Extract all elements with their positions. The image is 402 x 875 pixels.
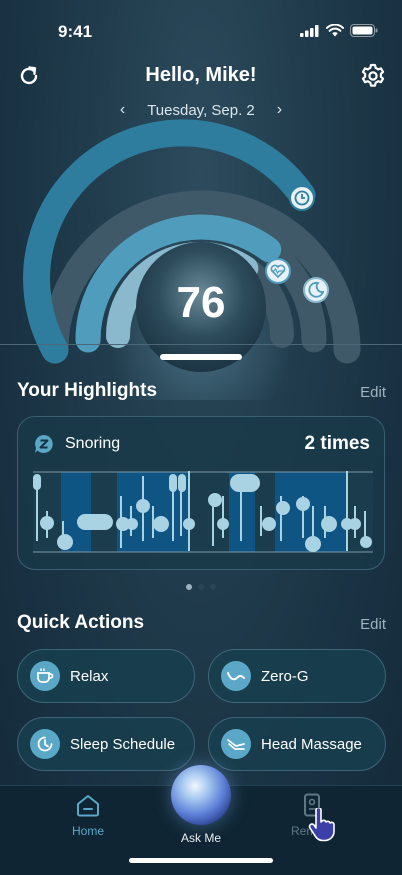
snoring-timeline bbox=[33, 471, 373, 553]
massage-icon bbox=[221, 729, 251, 759]
sleep-schedule-label: Sleep Schedule bbox=[70, 735, 176, 753]
cup-icon bbox=[30, 661, 60, 691]
clock-icon bbox=[30, 729, 60, 759]
zero-g-button[interactable]: Zero-G bbox=[208, 649, 386, 703]
page-dot[interactable] bbox=[198, 584, 204, 590]
zero-g-label: Zero-G bbox=[261, 667, 309, 685]
score-handle[interactable] bbox=[160, 354, 242, 360]
highlights-edit-link[interactable]: Edit bbox=[360, 384, 386, 401]
quick-actions-title: Quick Actions bbox=[17, 612, 145, 633]
section-divider bbox=[0, 344, 402, 345]
snoring-count: 2 times bbox=[304, 433, 370, 454]
head-massage-button[interactable]: Head Massage bbox=[208, 717, 386, 771]
home-indicator bbox=[129, 858, 273, 863]
heart-marker-icon bbox=[265, 258, 291, 284]
page-dot[interactable] bbox=[210, 584, 216, 590]
home-icon bbox=[77, 795, 99, 817]
zero-g-icon bbox=[221, 661, 251, 691]
sleep-score-value: 76 bbox=[176, 278, 226, 327]
tab-home-label: Home bbox=[71, 824, 104, 838]
snoring-icon bbox=[35, 435, 53, 453]
pointer-hand-icon bbox=[308, 808, 335, 842]
tab-home[interactable]: Home bbox=[62, 793, 114, 838]
head-massage-label: Head Massage bbox=[261, 735, 362, 753]
sleep-schedule-button[interactable]: Sleep Schedule bbox=[17, 717, 195, 771]
highlights-title: Your Highlights bbox=[17, 380, 158, 401]
highlights-page-indicator bbox=[0, 584, 402, 590]
moon-marker-icon bbox=[303, 277, 329, 303]
relax-button[interactable]: Relax bbox=[17, 649, 195, 703]
ask-me-orb-button[interactable] bbox=[171, 765, 231, 825]
sleep-score-rings[interactable] bbox=[0, 0, 402, 400]
quick-actions-edit-link[interactable]: Edit bbox=[360, 616, 386, 633]
clock-marker-icon bbox=[289, 185, 315, 211]
snoring-label: Snoring bbox=[65, 435, 121, 452]
ask-me-label: Ask Me bbox=[180, 831, 221, 845]
page-dot[interactable] bbox=[186, 584, 192, 590]
relax-label: Relax bbox=[70, 667, 109, 685]
